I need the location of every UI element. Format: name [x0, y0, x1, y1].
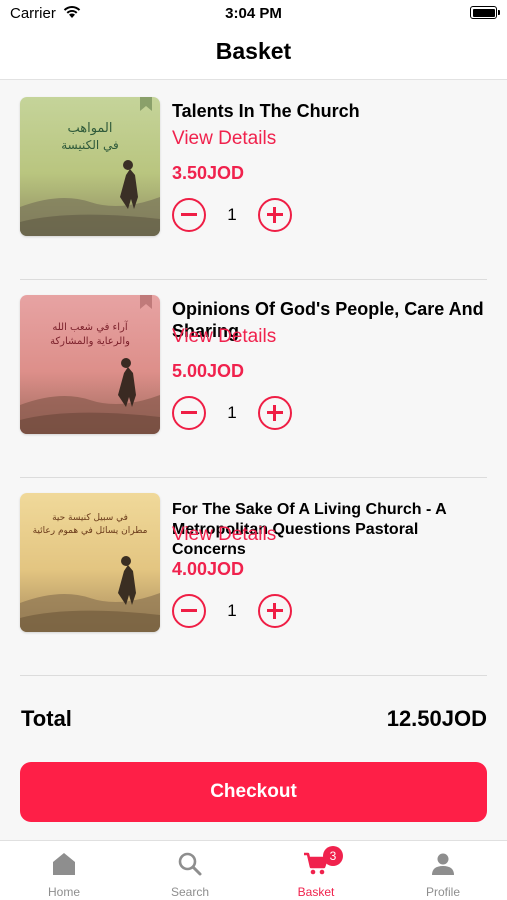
- book-cover-image[interactable]: في سبيل كنيسة حية مطران يسائل في هموم رع…: [20, 493, 160, 632]
- decrease-quantity-button[interactable]: [172, 396, 206, 430]
- basket-item: في سبيل كنيسة حية مطران يسائل في هموم رع…: [20, 478, 487, 676]
- cover-title-line: في سبيل كنيسة حية: [52, 513, 128, 523]
- increase-quantity-button[interactable]: [258, 198, 292, 232]
- decrease-quantity-button[interactable]: [172, 198, 206, 232]
- item-price: 3.50JOD: [172, 163, 245, 183]
- view-details-link[interactable]: View Details: [172, 524, 276, 546]
- tab-home[interactable]: Home: [1, 841, 127, 900]
- cover-title-line: مطران يسائل في هموم رعائية: [33, 526, 148, 536]
- item-title: Talents In The Church: [172, 101, 360, 121]
- quantity-value: 1: [227, 403, 237, 422]
- tab-basket[interactable]: 3 Basket: [253, 841, 379, 900]
- nav-header: Basket: [0, 30, 507, 80]
- status-bar: Carrier 3:04 PM: [0, 0, 507, 30]
- quantity-value: 1: [227, 601, 237, 620]
- increase-quantity-button[interactable]: [258, 396, 292, 430]
- checkout-button[interactable]: Checkout: [20, 762, 487, 822]
- search-icon: [178, 852, 202, 876]
- basket-item: آراء في شعب الله والرعاية والمشاركة Opin…: [20, 280, 487, 478]
- tab-label: Profile: [425, 885, 460, 899]
- cart-count-badge: 3: [323, 846, 343, 866]
- basket-screen: Carrier 3:04 PM Basket المواهب في الكنيس…: [0, 0, 507, 900]
- cover-title-line: والرعاية والمشاركة: [50, 336, 130, 347]
- item-price: 5.00JOD: [172, 361, 245, 381]
- decrease-quantity-button[interactable]: [172, 594, 206, 628]
- quantity-value: 1: [227, 205, 237, 224]
- home-icon: [53, 853, 75, 875]
- book-cover-image[interactable]: آراء في شعب الله والرعاية والمشاركة: [20, 295, 160, 434]
- total-label: Total: [21, 706, 72, 731]
- total-amount: 12.50JOD: [386, 706, 487, 731]
- view-details-link[interactable]: View Details: [172, 128, 276, 150]
- cover-title-line: آراء في شعب الله: [52, 320, 128, 333]
- tab-profile[interactable]: Profile: [380, 841, 506, 900]
- tab-label: Home: [47, 885, 80, 899]
- view-details-link[interactable]: View Details: [172, 326, 276, 348]
- cover-title-line: المواهب: [67, 121, 112, 136]
- page-title: Basket: [215, 38, 292, 64]
- cover-title-line: في الكنيسة: [61, 138, 119, 152]
- item-price: 4.00JOD: [172, 559, 245, 579]
- tab-search[interactable]: Search: [127, 841, 253, 900]
- tab-bar: Home Search 3 Basket Profile: [0, 840, 507, 900]
- basket-list: المواهب في الكنيسة Talents In The Church…: [20, 82, 487, 676]
- tab-label: Basket: [297, 885, 335, 899]
- increase-quantity-button[interactable]: [258, 594, 292, 628]
- status-time: 3:04 PM: [225, 5, 282, 22]
- profile-icon: [432, 853, 454, 875]
- book-cover-image[interactable]: المواهب في الكنيسة: [20, 97, 160, 236]
- battery-icon: [470, 6, 500, 19]
- tab-label: Search: [170, 885, 210, 899]
- basket-item: المواهب في الكنيسة Talents In The Church…: [20, 82, 487, 280]
